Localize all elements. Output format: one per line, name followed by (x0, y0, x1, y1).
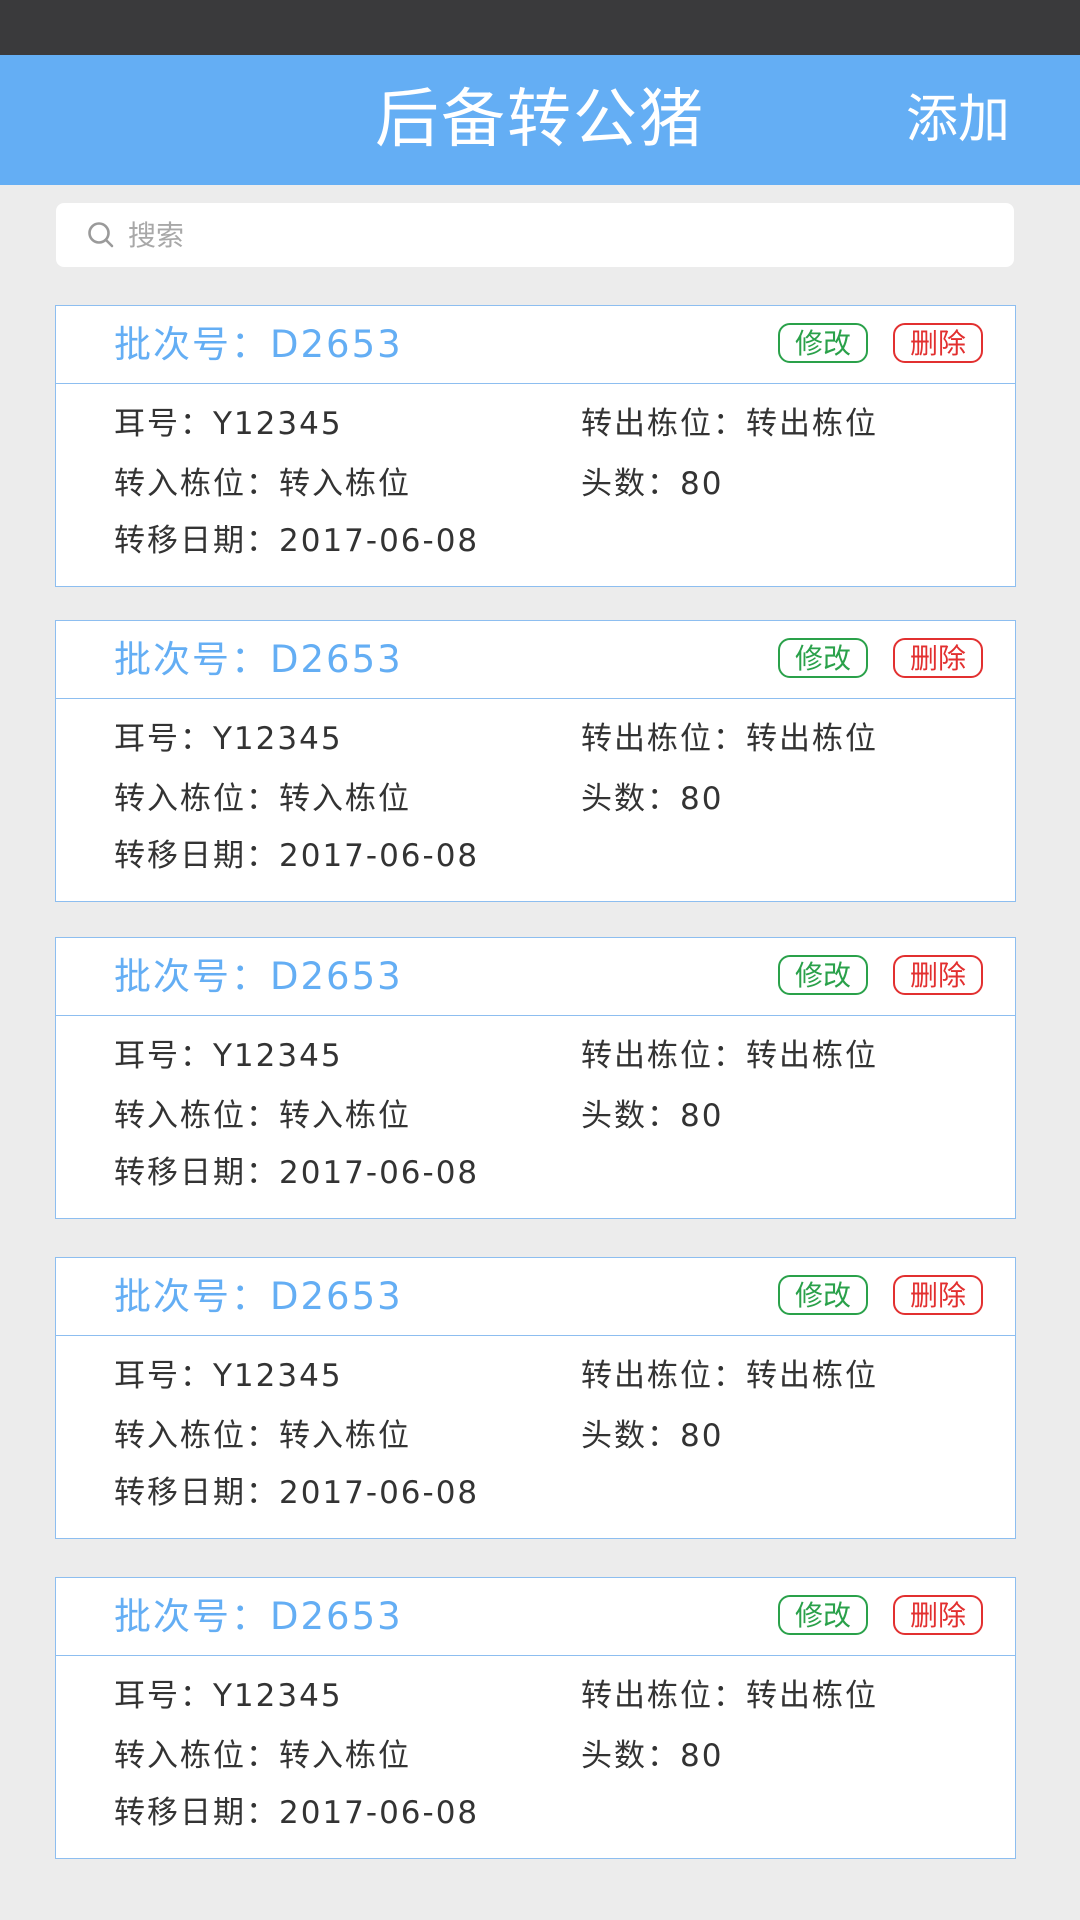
search-input[interactable] (126, 204, 1014, 266)
transfer-date: 转移日期：2017-06-08 (114, 1155, 480, 1191)
head-count: 头数：80 (581, 1738, 724, 1774)
delete-button[interactable]: 删除 (893, 1595, 983, 1635)
delete-button[interactable]: 删除 (893, 638, 983, 678)
search-icon (86, 220, 116, 250)
record-card: 批次号：D2653 修改 删除 耳号：Y12345 转出栋位：转出栋位 转入栋位… (55, 305, 1016, 587)
card-header: 批次号：D2653 修改 删除 (56, 306, 1015, 384)
record-card: 批次号：D2653 修改 删除 耳号：Y12345 转出栋位：转出栋位 转入栋位… (55, 937, 1016, 1219)
delete-button[interactable]: 删除 (893, 955, 983, 995)
out-pen: 转出栋位：转出栋位 (581, 721, 878, 757)
ear-number: 耳号：Y12345 (114, 1038, 343, 1074)
in-pen: 转入栋位：转入栋位 (114, 781, 411, 817)
transfer-date: 转移日期：2017-06-08 (114, 523, 480, 559)
card-header: 批次号：D2653 修改 删除 (56, 938, 1015, 1016)
delete-button[interactable]: 删除 (893, 1275, 983, 1315)
out-pen: 转出栋位：转出栋位 (581, 1678, 878, 1714)
record-card: 批次号：D2653 修改 删除 耳号：Y12345 转出栋位：转出栋位 转入栋位… (55, 1577, 1016, 1859)
transfer-date: 转移日期：2017-06-08 (114, 1795, 480, 1831)
status-bar (0, 0, 1080, 55)
card-header: 批次号：D2653 修改 删除 (56, 621, 1015, 699)
out-pen: 转出栋位：转出栋位 (581, 1038, 878, 1074)
ear-number: 耳号：Y12345 (114, 1358, 343, 1394)
app-header: 后备转公猪 添加 (0, 55, 1080, 185)
head-count: 头数：80 (581, 781, 724, 817)
card-header: 批次号：D2653 修改 删除 (56, 1258, 1015, 1336)
in-pen: 转入栋位：转入栋位 (114, 1418, 411, 1454)
in-pen: 转入栋位：转入栋位 (114, 1098, 411, 1134)
edit-button[interactable]: 修改 (778, 638, 868, 678)
batch-number: 批次号：D2653 (114, 1275, 403, 1318)
out-pen: 转出栋位：转出栋位 (581, 1358, 878, 1394)
card-header: 批次号：D2653 修改 删除 (56, 1578, 1015, 1656)
transfer-date: 转移日期：2017-06-08 (114, 838, 480, 874)
edit-button[interactable]: 修改 (778, 955, 868, 995)
record-card: 批次号：D2653 修改 删除 耳号：Y12345 转出栋位：转出栋位 转入栋位… (55, 1257, 1016, 1539)
head-count: 头数：80 (581, 1098, 724, 1134)
delete-button[interactable]: 删除 (893, 323, 983, 363)
search-bar[interactable] (56, 203, 1014, 267)
head-count: 头数：80 (581, 466, 724, 502)
add-button[interactable]: 添加 (906, 55, 1010, 185)
out-pen: 转出栋位：转出栋位 (581, 406, 878, 442)
record-card: 批次号：D2653 修改 删除 耳号：Y12345 转出栋位：转出栋位 转入栋位… (55, 620, 1016, 902)
edit-button[interactable]: 修改 (778, 1595, 868, 1635)
ear-number: 耳号：Y12345 (114, 406, 343, 442)
edit-button[interactable]: 修改 (778, 1275, 868, 1315)
batch-number: 批次号：D2653 (114, 955, 403, 998)
head-count: 头数：80 (581, 1418, 724, 1454)
batch-number: 批次号：D2653 (114, 638, 403, 681)
batch-number: 批次号：D2653 (114, 1595, 403, 1638)
ear-number: 耳号：Y12345 (114, 721, 343, 757)
ear-number: 耳号：Y12345 (114, 1678, 343, 1714)
batch-number: 批次号：D2653 (114, 323, 403, 366)
in-pen: 转入栋位：转入栋位 (114, 1738, 411, 1774)
transfer-date: 转移日期：2017-06-08 (114, 1475, 480, 1511)
edit-button[interactable]: 修改 (778, 323, 868, 363)
in-pen: 转入栋位：转入栋位 (114, 466, 411, 502)
